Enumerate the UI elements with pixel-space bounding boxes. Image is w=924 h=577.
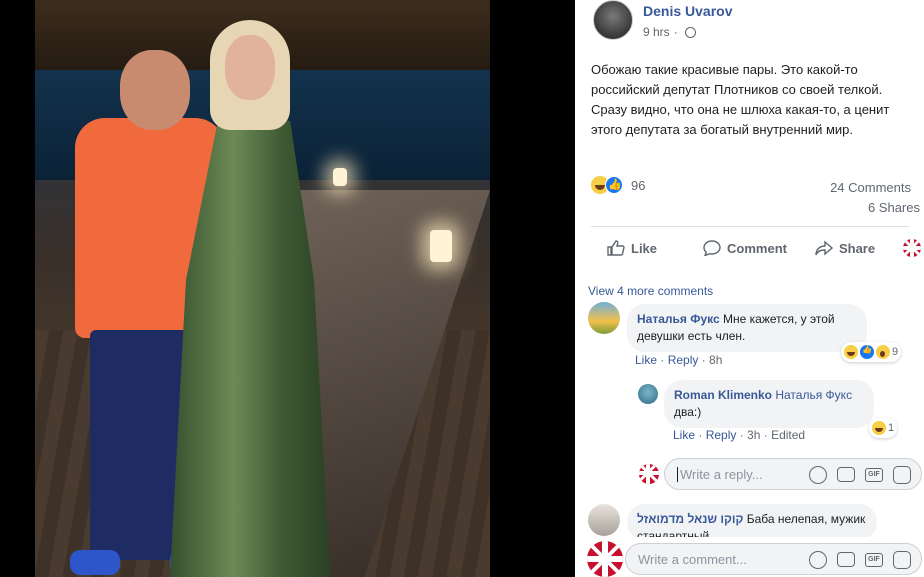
wow-icon: [876, 345, 890, 359]
sticker-icon[interactable]: [893, 551, 911, 569]
comment-icon: [703, 240, 721, 256]
comment-reply-link[interactable]: Reply: [668, 353, 699, 367]
comment-time[interactable]: 8h: [709, 353, 722, 367]
emoji-icon[interactable]: [809, 551, 827, 569]
post-text: Обожаю такие красивые пары. Это какой-то…: [591, 62, 890, 137]
separator-dot: ·: [673, 25, 678, 39]
reply-bubble: Roman Klimenko Наталья Фукс два:): [664, 380, 874, 428]
comment-reaction-count: 9: [892, 346, 899, 358]
emoji-icon[interactable]: [809, 466, 827, 484]
post-panel: Denis Uvarov 9 hrs · Обожаю такие красив…: [575, 0, 924, 577]
profile-flag-icon: [903, 239, 922, 257]
photo-lamp: [333, 168, 347, 186]
photo-woman: [170, 20, 330, 577]
my-avatar-flag-icon: [639, 464, 659, 484]
camera-icon[interactable]: [837, 552, 855, 567]
reaction-summary[interactable]: 96 24 Comments: [591, 176, 911, 196]
reply-mention[interactable]: Наталья Фукс: [775, 388, 852, 402]
share-label: Share: [838, 240, 876, 256]
view-more-comments[interactable]: View 4 more comments: [588, 284, 713, 298]
divider: [591, 226, 909, 227]
comment-label: Comment: [727, 240, 787, 256]
gif-icon[interactable]: GIF: [865, 468, 883, 482]
comments-count[interactable]: 24 Comments: [830, 180, 911, 195]
sticker-icon[interactable]: [893, 466, 911, 484]
reply-text: два:): [674, 405, 702, 419]
replier-name[interactable]: Roman Klimenko: [674, 388, 772, 402]
reply-like-link[interactable]: Like: [673, 428, 695, 442]
commenter-name[interactable]: קוקו שנאל מדמואזל: [637, 512, 743, 526]
comment-bubble: Наталья Фукс Мне кажется, у этой девушки…: [627, 304, 867, 352]
comment-button[interactable]: Comment: [703, 240, 787, 256]
like-icon: [605, 176, 623, 194]
author-avatar[interactable]: [593, 0, 633, 40]
comment-input[interactable]: Write a comment... GIF: [625, 543, 922, 575]
reply-actions: Like · Reply · 3h · Edited: [673, 428, 806, 442]
thumbs-up-icon: [607, 240, 625, 256]
like-label: Like: [631, 240, 658, 256]
author-name[interactable]: Denis Uvarov: [643, 3, 732, 19]
comment-actions: Like · Reply · 8h: [635, 353, 723, 367]
commenter-name[interactable]: Наталья Фукс: [637, 312, 720, 326]
camera-icon[interactable]: [837, 467, 855, 482]
comment-bubble: קוקו שנאל מדמואזל Баба нелепая, мужик ст…: [627, 504, 877, 540]
comments-section: View 4 more comments Наталья Фукс Мне ка…: [575, 268, 924, 577]
commenter-avatar[interactable]: [588, 302, 620, 334]
reply-edited: Edited: [771, 428, 806, 442]
haha-icon: [844, 345, 858, 359]
reaction-count: 96: [631, 178, 646, 193]
commenter-avatar[interactable]: [588, 504, 620, 536]
reaction-selector[interactable]: [903, 239, 924, 257]
share-icon: [815, 240, 833, 256]
like-icon: [860, 345, 874, 359]
reply-placeholder: Write a reply...: [680, 466, 763, 482]
post-meta: 9 hrs ·: [643, 25, 696, 39]
reply-reaction-count: 1: [888, 422, 895, 434]
action-bar: Like Comment Share: [591, 230, 922, 266]
comment-placeholder: Write a comment...: [638, 551, 747, 567]
like-button[interactable]: Like: [607, 240, 657, 256]
reply-input[interactable]: Write a reply... GIF: [664, 458, 922, 490]
post-photo[interactable]: [35, 0, 490, 577]
reply-reply-link[interactable]: Reply: [706, 428, 737, 442]
reply-tools: GIF: [809, 466, 911, 484]
comment-composer: Write a comment... GIF: [575, 537, 924, 577]
my-avatar-flag-icon: [587, 541, 623, 577]
comment-tools: GIF: [809, 551, 911, 569]
comment-like-link[interactable]: Like: [635, 353, 657, 367]
share-button[interactable]: Share: [815, 240, 875, 256]
reply-reactions[interactable]: 1: [869, 418, 898, 438]
photo-lamp: [430, 230, 452, 262]
gif-icon[interactable]: GIF: [865, 553, 883, 567]
globe-icon: [684, 26, 696, 38]
comment-reactions[interactable]: 9: [841, 342, 902, 362]
photo-viewer: [0, 0, 575, 577]
reply-time[interactable]: 3h: [747, 428, 760, 442]
shares-count[interactable]: 6 Shares: [868, 200, 920, 215]
post-time[interactable]: 9 hrs: [643, 25, 670, 39]
replier-avatar[interactable]: [638, 384, 658, 404]
post-header: Denis Uvarov 9 hrs ·: [593, 0, 913, 45]
text-cursor: [677, 466, 678, 482]
haha-icon: [872, 421, 886, 435]
